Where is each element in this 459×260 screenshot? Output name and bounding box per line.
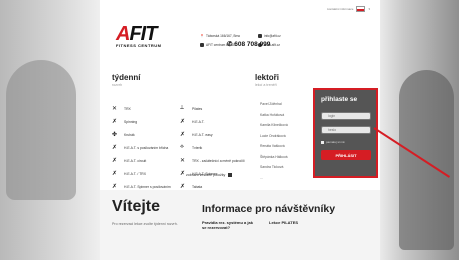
lecturer-item[interactable]: Sandra Ticková	[260, 165, 310, 176]
lecturer-item[interactable]: Štěpánka Hálková	[260, 155, 310, 166]
lesson-item[interactable]: ✗ Spinning	[112, 115, 187, 128]
lecturer-item[interactable]: Katka Hořáková	[260, 113, 310, 124]
remember-me[interactable]: pamatuj si mě	[321, 140, 345, 144]
lecturer-item[interactable]: Lucie Ondráková	[260, 134, 310, 145]
stretch-icon: ⟡	[180, 144, 184, 150]
pilates-lesson-link[interactable]: Lekce PILATES	[269, 220, 298, 225]
email-link[interactable]: info@afit.cz	[258, 34, 281, 38]
lessons-list-right: ⟂ Pilates ✗ H.E.A.T. ✗ H.E.A.T. easy ⟡ Tvter…	[180, 102, 255, 193]
lecturer-item: ...	[260, 175, 263, 180]
remember-checkbox[interactable]	[321, 140, 324, 144]
lecturer-item[interactable]: Pavel Zděnhal	[260, 102, 310, 113]
lessons-list-left: ✕ TRX ✗ Spinning ✤ Kruhák ✗ H.E.A.T. s posil…	[112, 102, 187, 193]
logo[interactable]: AFIT FITNESS CENTRUM	[116, 24, 162, 48]
show-all-link[interactable]: zobrazit veškeré položky	[186, 173, 233, 177]
background-photo-left	[6, 60, 76, 200]
heat-icon: ✗	[112, 158, 118, 164]
heat-icon: ✗	[112, 145, 118, 151]
flag-cz-icon[interactable]	[356, 6, 366, 12]
lesson-item[interactable]: ⟂ Pilates	[180, 102, 255, 115]
lecturer-item[interactable]: Kamila Klinečková	[260, 123, 310, 134]
top-links: kontaktní informace ▾	[327, 6, 370, 12]
site-header: kontaktní informace ▾ AFIT FITNESS CENTR…	[100, 0, 380, 62]
lecturers-heading[interactable]: lektoři	[255, 73, 279, 82]
spinning-icon: ✗	[112, 119, 118, 125]
schedule-subheading: rozvrh	[112, 83, 122, 87]
lesson-item[interactable]: ⟡ Tvterik	[180, 141, 255, 154]
lecturers-subheading: lekcí a trenéři	[255, 83, 277, 87]
lecturer-item[interactable]: Renáta Vašková	[260, 144, 310, 155]
contact-info-link[interactable]: kontaktní informace	[327, 7, 353, 11]
tabata-icon: ✗	[180, 184, 186, 190]
heat-icon: ✗	[112, 184, 118, 190]
welcome-heading: Vítejte	[112, 198, 161, 215]
facebook-icon	[200, 43, 204, 47]
visitor-info-heading: Informace pro návštěvníky	[202, 203, 336, 215]
lesson-item[interactable]: ✗ H.E.A.T. s posilováním břicha	[112, 141, 187, 154]
password-input[interactable]	[321, 126, 371, 134]
username-input[interactable]	[321, 112, 371, 120]
reservation-rules-link[interactable]: Pravidla rez. systému a jak se rezervova…	[202, 220, 257, 230]
heat-icon: ✗	[112, 171, 118, 177]
schedule-heading[interactable]: týdenní	[112, 73, 140, 82]
login-title: přihlaste se	[321, 96, 358, 103]
login-panel: přihlaste se pamatuj si mě PŘIHLÁSIT	[313, 88, 378, 178]
lesson-item[interactable]: ✕ TRX	[112, 102, 187, 115]
welcome-text: Pro rezervaci lekce zvolte týdenní rozvr…	[112, 222, 178, 226]
heat-icon: ✗	[180, 119, 186, 125]
heat-icon: ✗	[180, 132, 186, 138]
chevron-down-icon[interactable]: ▾	[368, 7, 370, 11]
pilates-icon: ⟂	[180, 105, 185, 111]
address: 📍 Tábor­ská 166/167, Brno	[200, 34, 241, 38]
phone-icon: ✆	[227, 41, 233, 48]
lesson-item[interactable]: ✤ Kruhák	[112, 128, 187, 141]
lesson-item[interactable]: ✗ H.E.A.T. circuit	[112, 154, 187, 167]
calendar-icon	[228, 173, 233, 177]
lecturers-list: Pavel Zděnhal Katka Hořáková Kamila Klin…	[260, 102, 310, 186]
login-button[interactable]: PŘIHLÁSIT	[321, 150, 371, 160]
lesson-item[interactable]: ✗ H.E.A.T. easy	[180, 128, 255, 141]
trx-icon: ✕	[180, 158, 186, 164]
location-pin-icon: 📍	[200, 34, 204, 38]
phone-number[interactable]: ✆ 608 708 099	[227, 40, 270, 48]
trx-icon: ✕	[112, 106, 118, 112]
lesson-item[interactable]: ✕ TRX - začátečníci a méně pokročilí	[180, 154, 255, 167]
mail-icon	[258, 34, 262, 38]
lesson-item[interactable]: ✗ H.E.A.T. / TRX	[112, 167, 187, 180]
circuit-icon: ✤	[112, 132, 118, 138]
lesson-item[interactable]: ✗ H.E.A.T.	[180, 115, 255, 128]
